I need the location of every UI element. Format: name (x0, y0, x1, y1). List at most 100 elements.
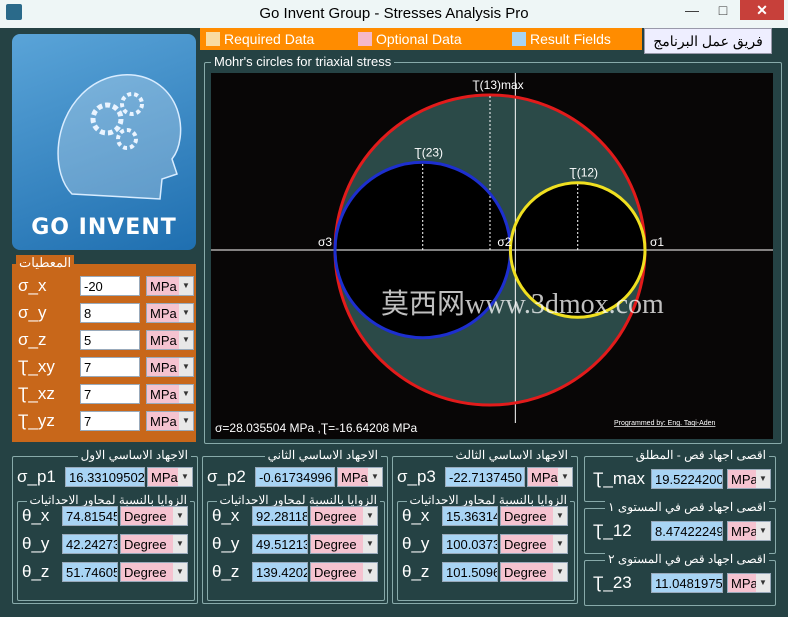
angle-unit-select[interactable]: Degree ▼ (310, 534, 378, 554)
principal-label: σ_p3 (397, 467, 436, 486)
chevron-down-icon[interactable]: ▼ (363, 563, 377, 581)
angle-label: θ_z (22, 562, 50, 581)
principal-title: الاجهاد الاساسي الثاني (264, 448, 381, 462)
input-field[interactable]: 7 (80, 411, 140, 431)
chevron-down-icon[interactable]: ▼ (363, 507, 377, 525)
close-button[interactable]: ✕ (740, 0, 784, 20)
angles-title: الزوايا بالنسبة لمحاور الاحداثيات (406, 493, 570, 507)
angle-label: θ_z (212, 562, 240, 581)
mohr-chart[interactable]: σ1 σ2 σ3 Ʈ(13)max Ʈ(23) Ʈ(12) 莫西网www.3dmox.com… (211, 73, 773, 439)
chevron-down-icon[interactable]: ▼ (179, 331, 193, 349)
unit-label: MPa (150, 360, 177, 375)
angle-unit-select[interactable]: Degree ▼ (120, 534, 188, 554)
unit-select[interactable]: MPa ▼ (337, 467, 383, 487)
shear-title: اقصى اجهاد قص في المستوى ١ (605, 500, 769, 514)
angle-label: θ_y (212, 534, 240, 553)
unit-select[interactable]: MPa ▼ (147, 467, 193, 487)
unit-select[interactable]: MPa ▼ (527, 467, 573, 487)
principal-label: σ_p1 (17, 467, 56, 486)
angle-label: θ_z (402, 562, 430, 581)
unit-label: MPa (731, 472, 758, 487)
angle-unit-select[interactable]: Degree ▼ (310, 506, 378, 526)
chevron-down-icon[interactable]: ▼ (179, 304, 193, 322)
chevron-down-icon[interactable]: ▼ (179, 412, 193, 430)
maximize-button[interactable]: □ (709, 0, 737, 20)
input-field[interactable]: -20 (80, 276, 140, 296)
unit-label: MPa (151, 470, 178, 485)
angle-row: θ_x 92.28118 Degree ▼ (212, 506, 384, 528)
chevron-down-icon[interactable]: ▼ (553, 535, 567, 553)
input-field[interactable]: 5 (80, 330, 140, 350)
angle-label: θ_x (22, 506, 50, 525)
sigma2-label: σ2 (497, 235, 511, 249)
input-label: Ʈ_xz (18, 384, 55, 403)
input-row: σ_y 8 MPa ▼ (18, 303, 194, 325)
angle-value: 51.74605 (62, 562, 118, 582)
chevron-down-icon[interactable]: ▼ (756, 470, 770, 488)
tau13-label: Ʈ(13)max (472, 78, 523, 92)
unit-select[interactable]: MPa ▼ (146, 330, 194, 350)
angle-unit-label: Degree (124, 537, 167, 552)
angle-unit-select[interactable]: Degree ▼ (500, 506, 568, 526)
input-field[interactable]: 7 (80, 384, 140, 404)
angle-unit-label: Degree (314, 537, 357, 552)
angle-unit-select[interactable]: Degree ▼ (310, 562, 378, 582)
angles-group: الزوايا بالنسبة لمحاور الاحداثيات θ_x 74… (17, 493, 195, 601)
legend-result: Result Fields (512, 31, 611, 47)
chevron-down-icon[interactable]: ▼ (179, 385, 193, 403)
angle-value: 15.36314 (442, 506, 498, 526)
unit-select[interactable]: MPa ▼ (727, 573, 771, 593)
window-title: Go Invent Group - Stresses Analysis Pro (259, 5, 529, 22)
chevron-down-icon[interactable]: ▼ (553, 507, 567, 525)
shear-stress-group: اقصى اجهاد قص - المطلق Ʈ_max 19.5224200 … (584, 448, 776, 502)
chevron-down-icon[interactable]: ▼ (178, 468, 192, 486)
input-field[interactable]: 7 (80, 357, 140, 377)
unit-label: MPa (341, 470, 368, 485)
input-field[interactable]: 8 (80, 303, 140, 323)
inputs-panel: المعطيات σ_x -20 MPa ▼ σ_y 8 MPa ▼ σ_z 5 M… (12, 255, 196, 442)
mohr-chart-group: Mohr's circles for triaxial stress σ1 σ2 σ… (204, 54, 782, 444)
minimize-button[interactable]: — (678, 0, 706, 20)
angle-row: θ_z 51.74605 Degree ▼ (22, 562, 194, 584)
unit-select[interactable]: MPa ▼ (146, 303, 194, 323)
unit-select[interactable]: MPa ▼ (727, 469, 771, 489)
principal-value: 16.33109502 (65, 467, 145, 487)
unit-select[interactable]: MPa ▼ (727, 521, 771, 541)
shear-title: اقصى اجهاد قص - المطلق (632, 448, 769, 462)
chevron-down-icon[interactable]: ▼ (173, 507, 187, 525)
angle-unit-select[interactable]: Degree ▼ (120, 562, 188, 582)
chevron-down-icon[interactable]: ▼ (173, 535, 187, 553)
angle-unit-label: Degree (504, 509, 547, 524)
angle-unit-label: Degree (124, 565, 167, 580)
chevron-down-icon[interactable]: ▼ (558, 468, 572, 486)
input-row: σ_z 5 MPa ▼ (18, 330, 194, 352)
unit-select[interactable]: MPa ▼ (146, 384, 194, 404)
chevron-down-icon[interactable]: ▼ (179, 277, 193, 295)
unit-select[interactable]: MPa ▼ (146, 357, 194, 377)
chevron-down-icon[interactable]: ▼ (179, 358, 193, 376)
shear-label: Ʈ_23 (593, 573, 632, 592)
angle-unit-select[interactable]: Degree ▼ (120, 506, 188, 526)
angles-title: الزوايا بالنسبة لمحاور الاحداثيات (26, 493, 190, 507)
chevron-down-icon[interactable]: ▼ (173, 563, 187, 581)
shear-label: Ʈ_12 (593, 521, 632, 540)
chevron-down-icon[interactable]: ▼ (756, 522, 770, 540)
go-invent-logo: GO INVENT (12, 34, 196, 250)
chevron-down-icon[interactable]: ▼ (553, 563, 567, 581)
result-swatch (512, 32, 526, 46)
angle-unit-label: Degree (504, 565, 547, 580)
chevron-down-icon[interactable]: ▼ (756, 574, 770, 592)
angle-label: θ_x (402, 506, 430, 525)
team-button[interactable]: فريق عمل البرنامج (644, 28, 772, 54)
input-label: Ʈ_yz (18, 411, 55, 430)
chevron-down-icon[interactable]: ▼ (368, 468, 382, 486)
angle-unit-select[interactable]: Degree ▼ (500, 562, 568, 582)
angle-unit-select[interactable]: Degree ▼ (500, 534, 568, 554)
unit-label: MPa (731, 524, 758, 539)
legend-optional: Optional Data (358, 31, 462, 47)
unit-select[interactable]: MPa ▼ (146, 411, 194, 431)
angle-row: θ_x 74.81545 Degree ▼ (22, 506, 194, 528)
chevron-down-icon[interactable]: ▼ (363, 535, 377, 553)
principal-stress-group: الاجهاد الاساسي الثاني σ_p2 -0.61734996 … (202, 448, 388, 604)
unit-select[interactable]: MPa ▼ (146, 276, 194, 296)
